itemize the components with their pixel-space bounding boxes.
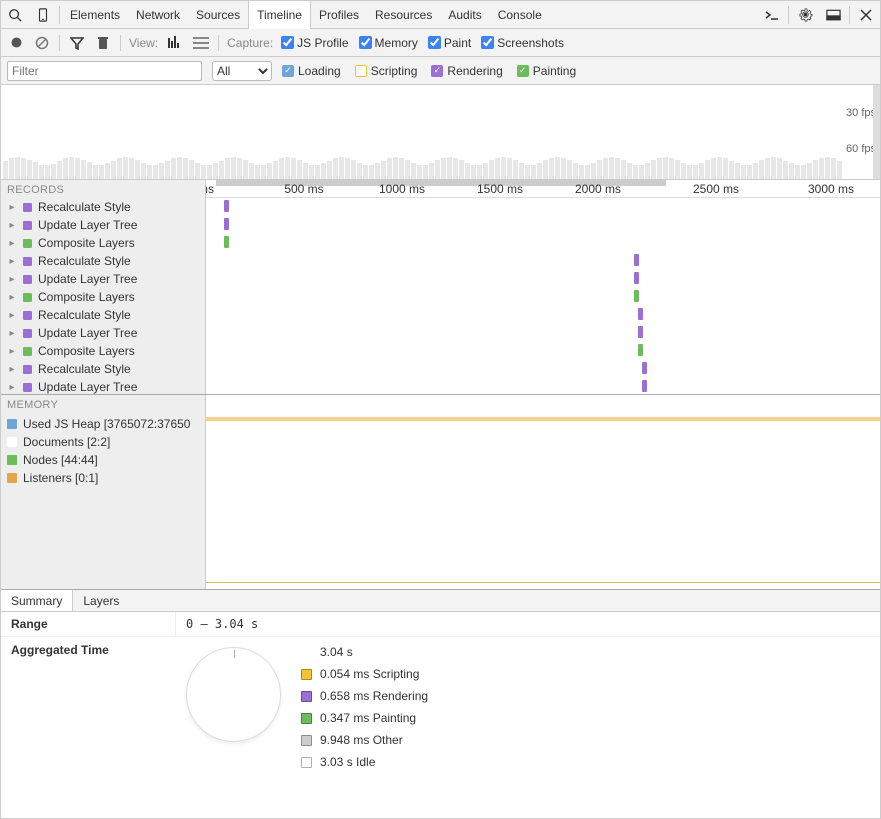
memory-item[interactable]: Nodes [44:44] xyxy=(7,451,199,469)
bottom-tab-layers[interactable]: Layers xyxy=(73,590,129,611)
records-sidebar: RECORDS ▸Recalculate Style▸Update Layer … xyxy=(1,180,206,394)
record-item[interactable]: ▸Update Layer Tree xyxy=(7,378,199,394)
garbage-icon[interactable] xyxy=(94,36,112,50)
flame-event[interactable] xyxy=(634,290,639,302)
filter-bar: All ✓Loading Scripting ✓Rendering ✓Painting xyxy=(1,57,880,85)
tab-sources[interactable]: Sources xyxy=(188,1,248,29)
tab-profiles[interactable]: Profiles xyxy=(311,1,367,29)
legend-row: 9.948 ms Other xyxy=(301,733,428,747)
range-key: Range xyxy=(1,612,176,636)
flame-event[interactable] xyxy=(224,200,229,212)
device-icon[interactable] xyxy=(29,8,57,22)
view-tree-icon[interactable] xyxy=(192,37,210,49)
overview-pane[interactable]: 30 fps 60 fps xyxy=(1,85,880,180)
legend-row: 3.03 s Idle xyxy=(301,755,428,769)
record-item[interactable]: ▸Composite Layers xyxy=(7,288,199,306)
summary-pane: Range 0 — 3.04 s Aggregated Time 3.04 s … xyxy=(1,612,880,818)
ruler-tick: 3000 ms xyxy=(808,182,854,196)
record-item[interactable]: ▸Composite Layers xyxy=(7,342,199,360)
clear-icon[interactable] xyxy=(33,36,51,50)
search-icon[interactable] xyxy=(1,8,29,22)
record-item[interactable]: ▸Recalculate Style xyxy=(7,306,199,324)
view-label: View: xyxy=(129,36,158,50)
console-drawer-icon[interactable] xyxy=(758,9,786,21)
flame-event[interactable] xyxy=(638,326,643,338)
tab-console[interactable]: Console xyxy=(490,1,550,29)
capture-memory[interactable]: Memory xyxy=(359,36,418,50)
dock-icon[interactable] xyxy=(819,9,847,21)
legend-row: 0.347 ms Painting xyxy=(301,711,428,725)
filter-select[interactable]: All xyxy=(212,61,272,81)
ruler-tick: 2500 ms xyxy=(693,182,739,196)
total-time: 3.04 s xyxy=(320,645,353,659)
bottom-tab-bar: SummaryLayers xyxy=(1,590,880,612)
records-title: RECORDS xyxy=(1,180,205,198)
memory-sidebar: MEMORY Used JS Heap [3765072:37650Docume… xyxy=(1,395,206,589)
memory-chart[interactable] xyxy=(206,395,880,589)
memory-item[interactable]: Documents [2:2] xyxy=(7,433,199,451)
tab-timeline[interactable]: Timeline xyxy=(248,1,311,29)
record-item[interactable]: ▸Update Layer Tree xyxy=(7,216,199,234)
ruler-tick: 1500 ms xyxy=(477,182,523,196)
overview-scrollbar[interactable] xyxy=(873,85,880,179)
ruler-tick: 1000 ms xyxy=(379,182,425,196)
capture-screenshots[interactable]: Screenshots xyxy=(481,36,564,50)
record-icon[interactable] xyxy=(7,36,25,49)
record-item[interactable]: ▸Composite Layers xyxy=(7,234,199,252)
time-pie-chart xyxy=(186,647,281,742)
capture-label: Capture: xyxy=(227,36,273,50)
capture-paint[interactable]: Paint xyxy=(428,36,471,50)
flame-event[interactable] xyxy=(642,362,647,374)
memory-item[interactable]: Used JS Heap [3765072:37650 xyxy=(7,415,199,433)
filter-input[interactable] xyxy=(7,61,202,81)
category-rendering[interactable]: ✓Rendering xyxy=(431,64,502,78)
tab-audits[interactable]: Audits xyxy=(440,1,489,29)
ruler-tick: 500 ms xyxy=(284,182,323,196)
ruler-tick: ms xyxy=(206,182,214,196)
record-item[interactable]: ▸Update Layer Tree xyxy=(7,324,199,342)
tab-resources[interactable]: Resources xyxy=(367,1,440,29)
category-loading[interactable]: ✓Loading xyxy=(282,64,341,78)
memory-item[interactable]: Listeners [0:1] xyxy=(7,469,199,487)
flame-chart[interactable]: ms 500 ms 1000 ms 1500 ms 2000 ms 2500 ms 3000… xyxy=(206,180,880,394)
filter-funnel-icon[interactable] xyxy=(68,36,86,50)
settings-gear-icon[interactable] xyxy=(791,7,819,22)
category-painting[interactable]: ✓Painting xyxy=(517,64,576,78)
flame-event[interactable] xyxy=(638,308,643,320)
time-ruler[interactable]: ms 500 ms 1000 ms 1500 ms 2000 ms 2500 ms 3000… xyxy=(206,180,880,198)
flame-event[interactable] xyxy=(224,236,229,248)
legend-row: 0.054 ms Scripting xyxy=(301,667,428,681)
flame-event[interactable] xyxy=(634,272,639,284)
flame-event[interactable] xyxy=(638,344,643,356)
main-tab-bar: ElementsNetworkSourcesTimelineProfilesRe… xyxy=(1,1,880,29)
ruler-tick: 2000 ms xyxy=(575,182,621,196)
capture-jsprofile[interactable]: JS Profile xyxy=(281,36,348,50)
bottom-tab-summary[interactable]: Summary xyxy=(1,590,73,611)
record-item[interactable]: ▸Recalculate Style xyxy=(7,252,199,270)
memory-title: MEMORY xyxy=(1,395,205,413)
record-item[interactable]: ▸Recalculate Style xyxy=(7,360,199,378)
record-item[interactable]: ▸Update Layer Tree xyxy=(7,270,199,288)
record-item[interactable]: ▸Recalculate Style xyxy=(7,198,199,216)
flame-event[interactable] xyxy=(642,380,647,392)
tab-network[interactable]: Network xyxy=(128,1,188,29)
flame-event[interactable] xyxy=(634,254,639,266)
timeline-toolbar: View: Capture: JS Profile Memory Paint Scre… xyxy=(1,29,880,57)
range-value: 0 — 3.04 s xyxy=(176,612,268,636)
tab-elements[interactable]: Elements xyxy=(62,1,128,29)
category-scripting[interactable]: Scripting xyxy=(355,64,418,78)
flame-event[interactable] xyxy=(224,218,229,230)
aggregated-key: Aggregated Time xyxy=(11,643,166,812)
view-flame-icon[interactable] xyxy=(166,36,184,50)
close-icon[interactable] xyxy=(852,9,880,21)
fps-30-label: 30 fps xyxy=(846,107,876,119)
legend-row: 0.658 ms Rendering xyxy=(301,689,428,703)
